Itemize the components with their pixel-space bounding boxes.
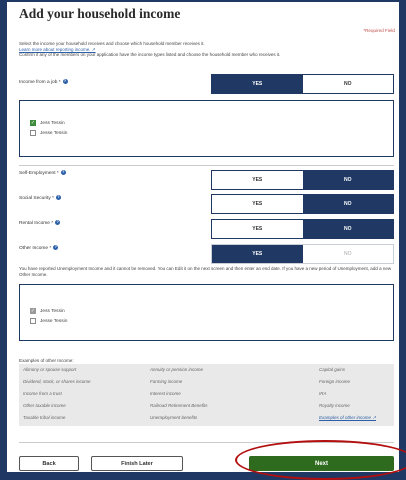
other-member-checkbox-2[interactable]: Jesse Tessin — [30, 318, 67, 324]
job-income-question: Income from a job *? — [19, 79, 68, 85]
rental-income-question: Rental Income *? — [19, 220, 61, 226]
annotation-circle — [235, 440, 406, 480]
other-yes-button[interactable]: YES — [212, 245, 303, 263]
other-income-toggle: YES NO — [211, 244, 394, 264]
info-icon[interactable]: ? — [53, 245, 59, 250]
example-item: Dividend, stock, or shares income — [23, 379, 91, 384]
back-button[interactable]: Back — [19, 456, 79, 471]
job-member-name-1: Jess Tessin — [40, 120, 65, 126]
social-security-question: Social Security *? — [19, 195, 61, 201]
unemployment-note: You have reported Unemployment Income an… — [19, 266, 392, 277]
example-item: Railroad Retirement Benefits — [150, 403, 208, 408]
rental-no-button[interactable]: NO — [302, 220, 393, 238]
example-item: Unemployment benefits — [150, 415, 198, 420]
rental-yes-button[interactable]: YES — [212, 220, 303, 238]
example-item: Foreign income — [319, 379, 351, 384]
job-income-label: Income from a job * — [19, 79, 61, 85]
other-member-name-1: Jess Tessin — [40, 308, 65, 314]
intro-text: Select the income your household receive… — [19, 41, 394, 58]
income-form-panel: Add your household income *Required Fiel… — [7, 2, 399, 472]
social-security-label: Social Security * — [19, 195, 54, 201]
examples-more-link[interactable]: Examples of other income ↗ — [319, 415, 376, 421]
job-member-checkbox-1[interactable]: ✓ Jess Tessin — [30, 120, 65, 126]
other-member-checkbox-1: ✓ Jess Tessin — [30, 308, 65, 314]
other-income-question: Other Income *? — [19, 245, 59, 251]
checkbox-checked-icon[interactable]: ✓ — [30, 120, 36, 126]
example-item: Capital gains — [319, 367, 346, 372]
job-yes-button[interactable]: YES — [212, 75, 303, 93]
example-item: Annuity or pension income — [150, 367, 204, 372]
checkbox-empty-icon[interactable] — [30, 318, 36, 324]
examples-label: Examples of other Income: — [19, 358, 74, 363]
divider — [19, 165, 394, 166]
example-item: Alimony or spouse support — [23, 367, 77, 372]
other-members-box — [19, 284, 394, 341]
self-no-button[interactable]: NO — [302, 171, 393, 189]
ss-yes-button[interactable]: YES — [212, 195, 303, 213]
example-item: Interest income — [150, 391, 181, 396]
self-yes-button[interactable]: YES — [212, 171, 303, 189]
example-item: Taxable tribal income — [23, 415, 66, 420]
example-item: IRA — [319, 391, 327, 396]
finish-later-button[interactable]: Finish Later — [91, 456, 183, 471]
info-icon[interactable]: ? — [60, 170, 66, 175]
self-employment-label: Self-Employment * — [19, 170, 59, 176]
checkbox-disabled-icon: ✓ — [30, 308, 36, 314]
page-title: Add your household income — [19, 6, 181, 21]
checkbox-empty-icon[interactable] — [30, 130, 36, 136]
example-item: Income from a trust — [23, 391, 62, 396]
rental-income-label: Rental Income * — [19, 220, 54, 226]
other-no-button: NO — [302, 245, 393, 263]
other-income-label: Other Income * — [19, 245, 52, 251]
example-item: Farming income — [150, 379, 183, 384]
example-item: Other taxable income — [23, 403, 66, 408]
info-icon[interactable]: ? — [62, 79, 68, 84]
self-employment-question: Self-Employment *? — [19, 170, 66, 176]
job-members-box — [19, 100, 394, 157]
job-no-button[interactable]: NO — [302, 75, 393, 93]
required-field-note: *Required Field — [363, 28, 395, 33]
social-security-toggle: YES NO — [211, 194, 394, 214]
job-member-checkbox-2[interactable]: Jesse Tessin — [30, 130, 67, 136]
job-income-toggle: YES NO — [211, 74, 394, 94]
ss-no-button[interactable]: NO — [302, 195, 393, 213]
rental-income-toggle: YES NO — [211, 219, 394, 239]
example-item: Royalty income — [319, 403, 350, 408]
info-icon[interactable]: ? — [55, 195, 61, 200]
job-member-name-2: Jesse Tessin — [40, 130, 68, 136]
other-member-name-2: Jesse Tessin — [40, 318, 68, 324]
intro-line-2: Confirm if any of the members on your ap… — [19, 52, 281, 58]
examples-grid: Alimony or spouse support Dividend, stoc… — [19, 364, 394, 426]
info-icon[interactable]: ? — [55, 220, 61, 225]
self-employment-toggle: YES NO — [211, 170, 394, 190]
